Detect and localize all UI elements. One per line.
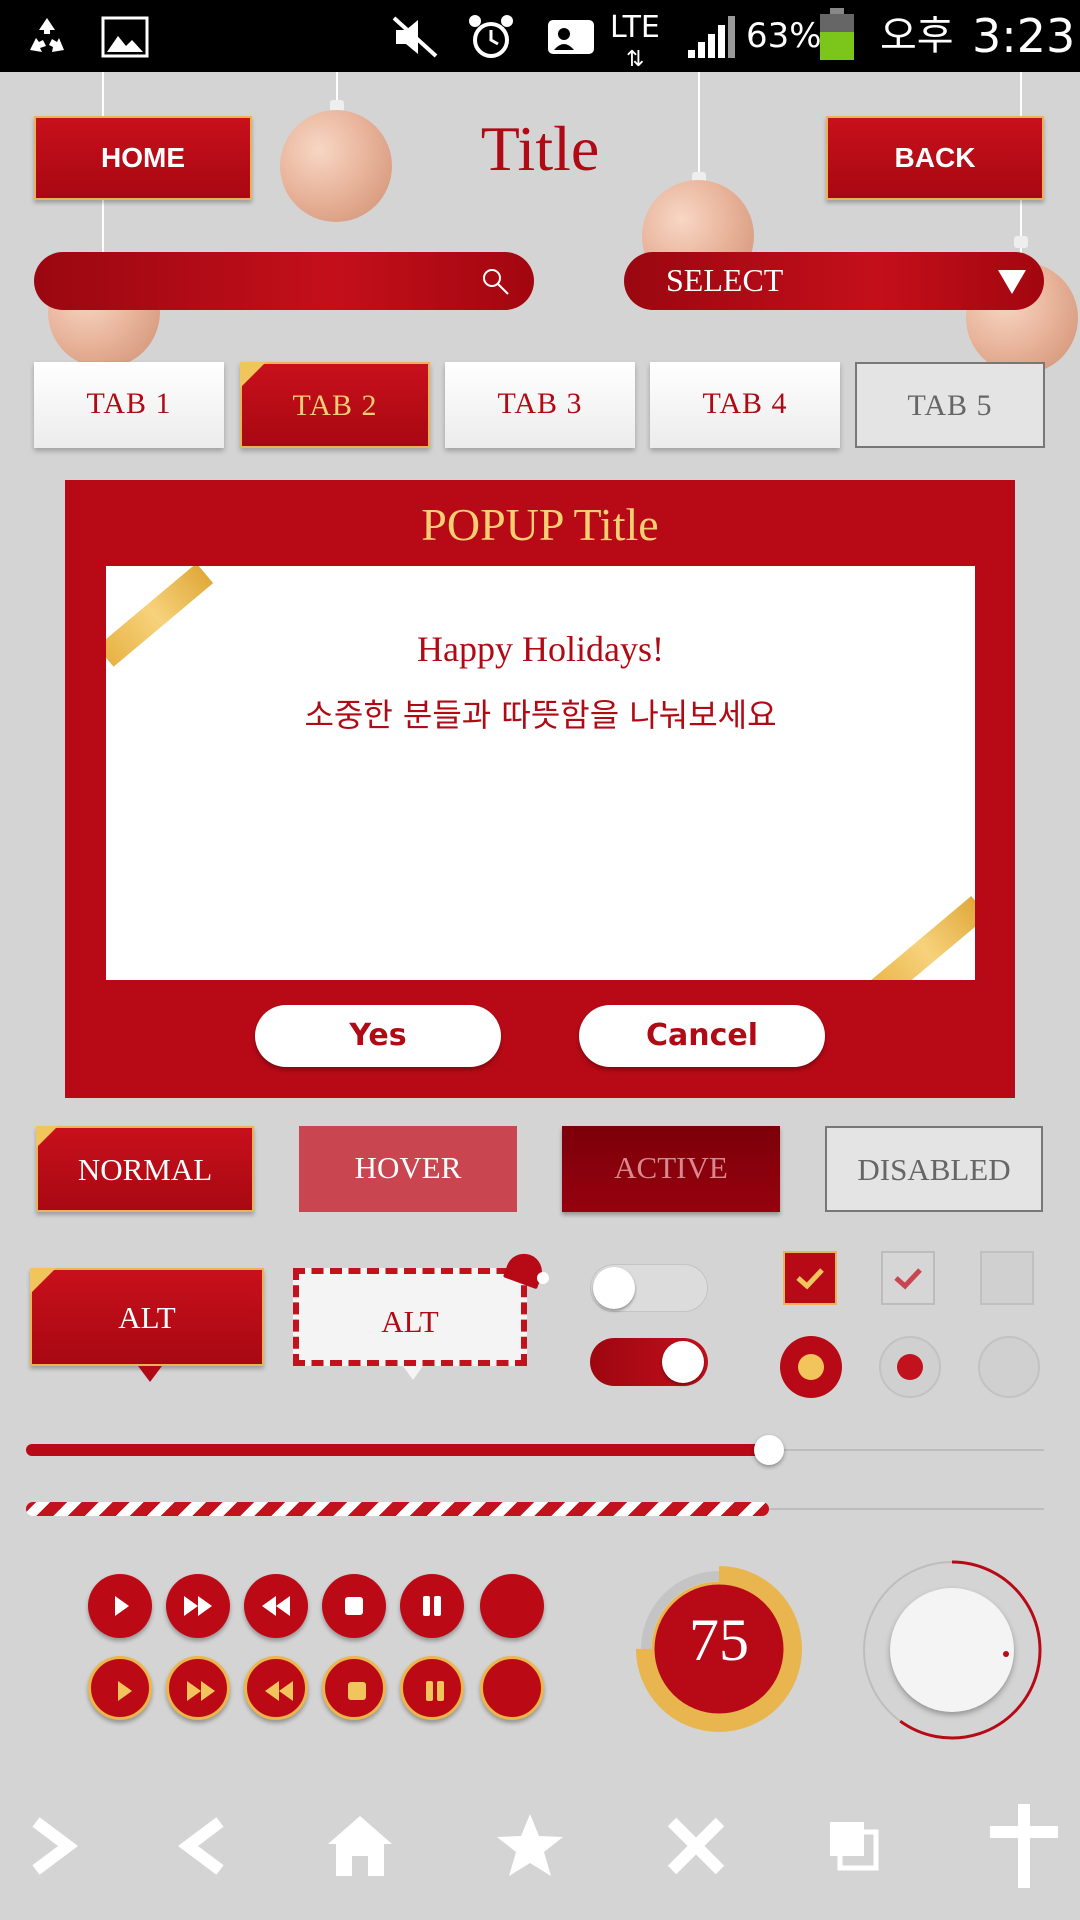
status-bar: LTE ⇅ 63% 오후 3:23	[0, 0, 1080, 72]
tooltip-tail	[403, 1366, 423, 1380]
fast-forward-button[interactable]	[166, 1574, 230, 1638]
checkbox-disabled	[980, 1251, 1034, 1305]
page-title: Title	[480, 113, 600, 184]
cancel-button[interactable]: Cancel	[579, 1005, 825, 1067]
copy-icon[interactable]	[814, 1806, 894, 1886]
tab-2[interactable]: TAB 2	[240, 362, 430, 448]
fast-forward-icon	[184, 1596, 212, 1616]
play-icon	[118, 1681, 132, 1701]
checkbox-checked-hover[interactable]	[881, 1251, 935, 1305]
tab-corner-ribbon	[240, 362, 266, 388]
popup-title: POPUP Title	[421, 499, 659, 550]
blank-button[interactable]	[480, 1656, 544, 1720]
tooltip-label: ALT	[118, 1300, 176, 1335]
corner-ribbon	[30, 1268, 56, 1294]
radio-disabled	[978, 1336, 1040, 1398]
pause-button[interactable]	[400, 1656, 464, 1720]
home-button[interactable]: HOME	[34, 116, 252, 200]
contact-card-icon	[548, 20, 594, 54]
data-arrows-icon: ⇅	[626, 47, 645, 72]
back-button[interactable]: BACK	[826, 116, 1044, 200]
play-button[interactable]	[88, 1656, 152, 1720]
normal-button-label: NORMAL	[77, 1152, 213, 1187]
tab-4[interactable]: TAB 4	[650, 362, 840, 448]
battery-percent: 63%	[746, 16, 822, 56]
chevron-left-icon[interactable]	[164, 1806, 244, 1886]
blank-icon	[480, 1574, 544, 1638]
checkmark-icon	[894, 1268, 922, 1290]
normal-button[interactable]: NORMAL	[36, 1126, 254, 1212]
pause-icon	[423, 1596, 441, 1616]
tab-5: TAB 5	[855, 362, 1045, 448]
toggle-switch-off[interactable]	[590, 1264, 708, 1312]
ornament-ball	[280, 110, 392, 222]
battery-icon	[820, 8, 854, 60]
blank-icon	[483, 1659, 547, 1723]
tab-2-label: TAB 2	[292, 389, 378, 422]
corner-ribbon	[36, 1126, 58, 1148]
yes-button[interactable]: Yes	[255, 1005, 501, 1067]
popup-dialog: POPUP Title Happy Holidays! 소중한 분들과 따뜻함을…	[65, 480, 1015, 1098]
hover-button[interactable]: HOVER	[299, 1126, 517, 1212]
plus-icon[interactable]	[976, 1796, 1072, 1892]
tooltip-tail	[138, 1366, 162, 1382]
chevron-right-icon[interactable]	[14, 1806, 94, 1886]
fast-forward-button[interactable]	[166, 1656, 230, 1720]
popup-message-en: Happy Holidays!	[417, 629, 664, 669]
progress-fill	[26, 1502, 770, 1516]
tab-1[interactable]: TAB 1	[34, 362, 224, 448]
tooltip-bubble-white: ALT	[293, 1248, 549, 1380]
stop-button[interactable]	[322, 1656, 386, 1720]
rotary-dial[interactable]	[860, 1558, 1044, 1742]
tooltip-bubble-red: ALT	[30, 1268, 264, 1382]
progress-gauge: 75	[636, 1566, 802, 1732]
popup-body: Happy Holidays! 소중한 분들과 따뜻함을 나눠보세요	[106, 566, 975, 980]
image-icon	[101, 16, 149, 58]
rewind-button[interactable]	[244, 1574, 308, 1638]
select-value: SELECT	[666, 262, 784, 298]
radio-selected[interactable]	[780, 1336, 842, 1398]
stop-icon	[348, 1682, 366, 1700]
santa-hat-pompom	[537, 1272, 549, 1284]
alarm-icon	[469, 15, 513, 58]
slider-fill	[26, 1444, 770, 1456]
checkmark-icon	[796, 1268, 824, 1290]
stop-button[interactable]	[322, 1574, 386, 1638]
pause-icon	[426, 1681, 444, 1701]
disabled-button: DISABLED	[825, 1126, 1043, 1212]
close-icon[interactable]	[656, 1806, 736, 1886]
active-button[interactable]: ACTIVE	[562, 1126, 780, 1212]
search-icon[interactable]	[480, 266, 512, 298]
search-field[interactable]	[34, 252, 534, 310]
fast-forward-icon	[187, 1681, 215, 1701]
gold-ribbon	[864, 896, 975, 980]
checkbox-checked[interactable]	[783, 1251, 837, 1305]
rewind-icon	[262, 1596, 290, 1616]
play-icon	[115, 1596, 129, 1616]
home-icon[interactable]	[320, 1806, 400, 1886]
select-dropdown[interactable]: SELECT	[624, 252, 1044, 310]
clock: 3:23	[972, 9, 1076, 63]
star-icon[interactable]	[490, 1806, 570, 1886]
mute-icon	[392, 16, 438, 58]
toggle-switch-on[interactable]	[590, 1338, 708, 1386]
radio-selected-hover[interactable]	[879, 1336, 941, 1398]
ampm: 오후	[880, 13, 954, 59]
tooltip-label: ALT	[381, 1304, 439, 1339]
rewind-button[interactable]	[244, 1656, 308, 1720]
search-input[interactable]	[58, 262, 478, 300]
pause-button[interactable]	[400, 1574, 464, 1638]
slider-thumb[interactable]	[754, 1435, 785, 1465]
play-button[interactable]	[88, 1574, 152, 1638]
signal-icon	[688, 16, 735, 58]
rewind-icon	[265, 1681, 293, 1701]
recycle-icon	[30, 18, 64, 52]
gauge-value: 75	[689, 1607, 749, 1673]
blank-button[interactable]	[480, 1574, 544, 1638]
ornament-cap	[1014, 236, 1028, 248]
tab-3[interactable]: TAB 3	[445, 362, 635, 448]
dropdown-triangle-icon[interactable]	[996, 268, 1028, 296]
stop-icon	[345, 1597, 363, 1615]
popup-message-ko: 소중한 분들과 따뜻함을 나눠보세요	[304, 696, 777, 734]
